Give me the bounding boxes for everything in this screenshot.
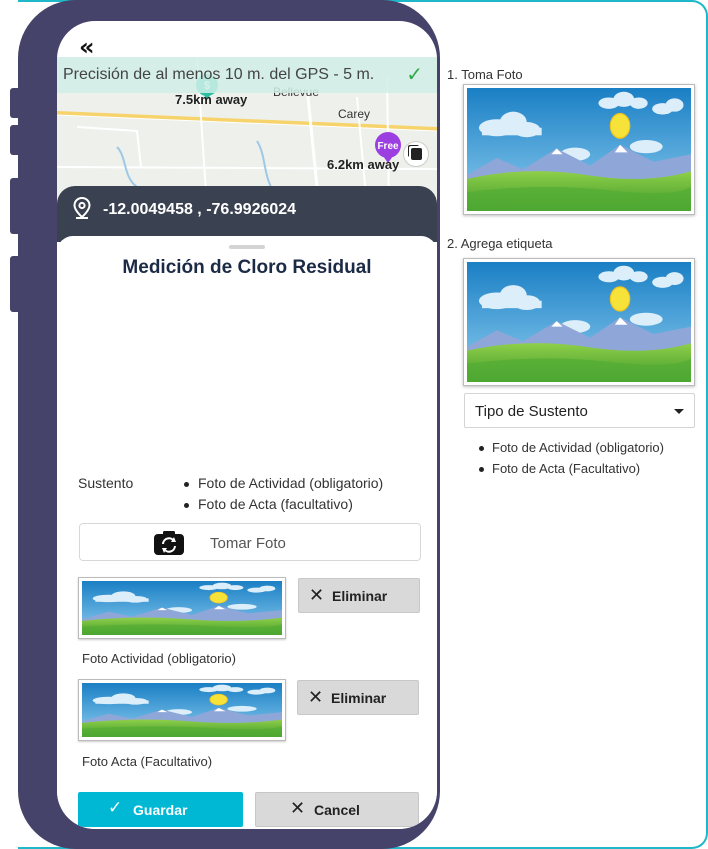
step-1-label: 1. Toma Foto xyxy=(447,67,523,82)
location-pin-icon xyxy=(73,197,91,219)
list-item: Foto de Acta (Facultativo) xyxy=(477,461,664,482)
form-sheet: Medición de Cloro Residual Sustento Foto… xyxy=(57,236,437,829)
delete-label: Eliminar xyxy=(331,690,387,706)
svg-text:Free: Free xyxy=(377,141,399,152)
select-value: Tipo de Sustento xyxy=(475,403,588,420)
photo-thumbnail[interactable] xyxy=(78,577,286,639)
double-chevron-left-icon[interactable]: « xyxy=(79,33,95,61)
marker-distance: 6.2km away xyxy=(327,157,400,172)
close-icon: ✕ xyxy=(309,585,325,606)
delete-label: Eliminar xyxy=(332,588,388,604)
cancel-label: Cancel xyxy=(314,802,360,818)
phone-side-button xyxy=(10,178,20,234)
sustento-type-select[interactable]: Tipo de Sustento xyxy=(464,393,695,428)
phone-side-button xyxy=(10,88,20,118)
sustento-label: Sustento xyxy=(78,475,134,491)
cancel-button[interactable]: ✕ Cancel xyxy=(255,792,419,827)
coordinates-text: -12.0049458 , -76.9926024 xyxy=(103,201,297,218)
gps-precision-text: Precisión de al menos 10 m. del GPS - 5 … xyxy=(63,66,375,83)
check-icon: ✓ xyxy=(406,62,423,86)
save-button[interactable]: ✓ Guardar xyxy=(78,792,243,827)
take-photo-label: Tomar Foto xyxy=(210,535,286,552)
sustento-list: Foto de Actividad (obligatorio) Foto de … xyxy=(184,475,383,517)
close-icon: ✕ xyxy=(308,687,324,708)
gps-banner: Precisión de al menos 10 m. del GPS - 5 … xyxy=(57,57,437,93)
phone-frame: Free $ Bellevue Carey 7.5km away 6.2km a… xyxy=(18,0,440,849)
page-title: Medición de Cloro Residual xyxy=(122,257,372,278)
take-photo-button[interactable]: Tomar Foto xyxy=(79,523,421,561)
check-icon: ✓ xyxy=(108,798,123,818)
phone-screen: Free $ Bellevue Carey 7.5km away 6.2km a… xyxy=(57,21,437,829)
photo-caption: Foto Actividad (obligatorio) xyxy=(82,651,236,666)
step-2-label: 2. Agrega etiqueta xyxy=(447,236,553,251)
phone-side-button xyxy=(10,125,20,155)
list-item: Foto de Acta (facultativo) xyxy=(184,496,383,517)
phone-side-button xyxy=(10,256,20,312)
list-item: Foto de Actividad (obligatorio) xyxy=(184,475,383,496)
photo-thumbnail[interactable] xyxy=(78,679,286,741)
close-icon: ✕ xyxy=(290,798,306,819)
coordinates-bar: -12.0049458 , -76.9926024 xyxy=(57,186,437,242)
map-label-carey: Carey xyxy=(338,107,371,121)
guide-list: Foto de Actividad (obligatorio) Foto de … xyxy=(477,440,664,482)
camera-rotate-icon xyxy=(154,531,184,555)
save-label: Guardar xyxy=(133,802,188,818)
example-photo xyxy=(463,84,695,215)
list-item: Foto de Actividad (obligatorio) xyxy=(477,440,664,461)
marker-distance: 7.5km away xyxy=(175,92,248,107)
layers-icon[interactable] xyxy=(403,141,429,167)
caret-down-icon xyxy=(674,409,684,414)
photo-caption: Foto Acta (Facultativo) xyxy=(82,754,213,769)
drag-handle[interactable] xyxy=(229,245,265,249)
delete-button[interactable]: ✕ Eliminar xyxy=(298,578,420,613)
delete-button[interactable]: ✕ Eliminar xyxy=(297,680,419,715)
example-photo xyxy=(463,258,695,386)
